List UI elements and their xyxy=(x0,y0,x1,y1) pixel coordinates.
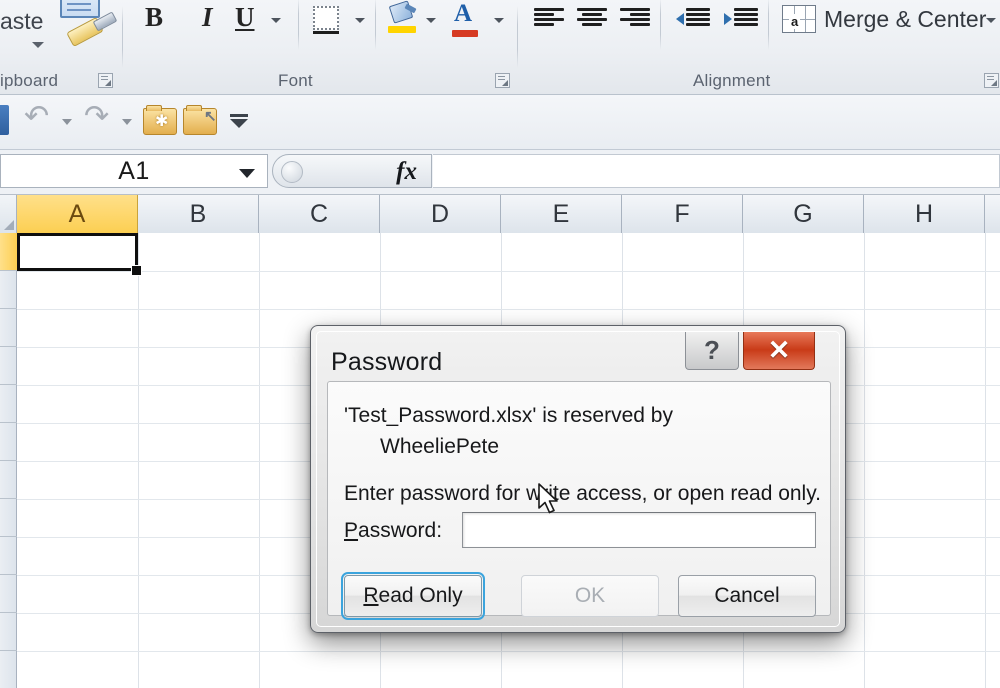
ribbon-separator xyxy=(768,0,769,50)
dialog-title: Password xyxy=(331,348,443,376)
name-box[interactable]: A1 xyxy=(0,154,268,188)
quick-access-toolbar: ↶ ↷ ✱ ↖ xyxy=(0,95,1000,150)
row-headers: 0 1 2 xyxy=(0,233,17,688)
align-center-icon[interactable] xyxy=(577,8,607,30)
decrease-indent-icon[interactable] xyxy=(676,8,710,30)
row-header-6[interactable] xyxy=(0,423,17,461)
row-header-3[interactable] xyxy=(0,309,17,347)
paste-dropdown-icon[interactable] xyxy=(32,42,44,48)
column-header-d[interactable]: D xyxy=(380,195,501,233)
ribbon-separator xyxy=(298,0,299,50)
font-color-icon[interactable]: A xyxy=(454,0,472,28)
select-all-corner[interactable] xyxy=(0,195,17,233)
paste-icon[interactable] xyxy=(60,0,100,18)
column-header-h[interactable]: H xyxy=(864,195,985,233)
column-header-f[interactable]: F xyxy=(622,195,743,233)
formula-bar: A1 fx xyxy=(0,150,1000,195)
column-header-g[interactable]: G xyxy=(743,195,864,233)
alignment-dialog-launcher[interactable] xyxy=(984,73,999,88)
new-file-icon[interactable]: ✱ xyxy=(143,105,177,135)
alignment-group-label: Alignment xyxy=(693,71,771,90)
column-header-b[interactable]: B xyxy=(138,195,259,233)
ribbon-separator xyxy=(660,0,661,50)
undo-dropdown-icon[interactable] xyxy=(62,119,72,125)
merge-center-button-label[interactable]: Merge & Center xyxy=(824,6,986,33)
ribbon-separator xyxy=(375,0,376,50)
borders-icon[interactable] xyxy=(313,6,339,34)
dialog-message-line3: Enter password for write access, or open… xyxy=(344,482,822,505)
font-group-label: Font xyxy=(278,71,313,90)
selected-cell-a1[interactable] xyxy=(17,233,138,271)
excel-window: aste ipboard B I U A Font a Merge & Cent… xyxy=(0,0,1000,688)
close-icon[interactable]: ✕ xyxy=(743,332,815,370)
name-box-value: A1 xyxy=(118,156,150,185)
align-left-icon[interactable] xyxy=(534,8,564,30)
cancel-button[interactable]: Cancel xyxy=(678,575,816,617)
column-headers: A B C D E F G H xyxy=(0,195,1000,233)
column-header-partial[interactable] xyxy=(985,195,1000,233)
font-dialog-launcher[interactable] xyxy=(495,73,510,88)
font-color-dropdown-icon[interactable] xyxy=(494,18,504,23)
name-box-dropdown-icon[interactable] xyxy=(239,169,255,178)
fx-icon[interactable]: fx xyxy=(396,158,417,186)
row-header-10[interactable]: 0 xyxy=(0,575,17,613)
ribbon-group-alignment: a Merge & Center Alignment xyxy=(518,0,1000,95)
ok-button[interactable]: OK xyxy=(521,575,659,617)
ribbon: aste ipboard B I U A Font a Merge & Cent… xyxy=(0,0,1000,95)
underline-dropdown-icon[interactable] xyxy=(271,18,281,23)
paste-button-label[interactable]: aste xyxy=(0,8,43,35)
row-header-9[interactable] xyxy=(0,537,17,575)
row-header-4[interactable] xyxy=(0,347,17,385)
password-input[interactable] xyxy=(462,512,816,548)
italic-button[interactable]: I xyxy=(202,2,213,33)
ribbon-group-font: B I U A Font xyxy=(123,0,513,95)
fill-color-icon[interactable] xyxy=(388,0,418,33)
row-header-2[interactable] xyxy=(0,271,17,309)
undo-icon[interactable]: ↶ xyxy=(24,99,49,134)
merge-center-dropdown-icon[interactable] xyxy=(986,18,996,23)
clipboard-group-label: ipboard xyxy=(0,71,59,90)
help-button[interactable]: ? xyxy=(685,332,739,370)
merge-center-icon[interactable]: a xyxy=(782,5,816,33)
fill-color-dropdown-icon[interactable] xyxy=(426,18,436,23)
password-label: Password: xyxy=(344,519,443,542)
dialog-message-line1: 'Test_Password.xlsx' is reserved by xyxy=(344,404,673,427)
row-header-1[interactable] xyxy=(0,233,17,271)
row-header-11[interactable]: 1 xyxy=(0,613,17,651)
fill-handle[interactable] xyxy=(131,265,142,276)
open-file-icon[interactable]: ↖ xyxy=(183,105,217,135)
read-only-button[interactable]: Read Only xyxy=(341,572,485,620)
password-dialog: Password ? ✕ 'Test_Password.xlsx' is res… xyxy=(310,325,846,633)
dialog-body: 'Test_Password.xlsx' is reserved by Whee… xyxy=(327,381,831,620)
column-header-c[interactable]: C xyxy=(259,195,380,233)
file-tab-edge[interactable] xyxy=(0,105,9,135)
formula-input[interactable] xyxy=(433,154,1000,188)
underline-button[interactable]: U xyxy=(235,2,255,33)
bold-button[interactable]: B xyxy=(145,2,163,33)
insert-function-zone[interactable]: fx xyxy=(272,154,432,188)
redo-icon[interactable]: ↷ xyxy=(84,99,109,134)
column-header-e[interactable]: E xyxy=(501,195,622,233)
row-header-8[interactable] xyxy=(0,499,17,537)
row-header-5[interactable] xyxy=(0,385,17,423)
borders-dropdown-icon[interactable] xyxy=(355,18,365,23)
column-header-a[interactable]: A xyxy=(17,195,138,233)
redo-dropdown-icon[interactable] xyxy=(122,119,132,125)
font-color-swatch xyxy=(452,30,478,37)
row-header-7[interactable] xyxy=(0,461,17,499)
align-right-icon[interactable] xyxy=(620,8,650,30)
function-toggle-icon[interactable] xyxy=(281,161,303,183)
row-header-12[interactable]: 2 xyxy=(0,651,17,688)
ribbon-group-clipboard: aste ipboard xyxy=(0,0,122,95)
dialog-message-line2: WheeliePete xyxy=(380,435,500,458)
increase-indent-icon[interactable] xyxy=(724,8,758,30)
clipboard-dialog-launcher[interactable] xyxy=(98,73,113,88)
